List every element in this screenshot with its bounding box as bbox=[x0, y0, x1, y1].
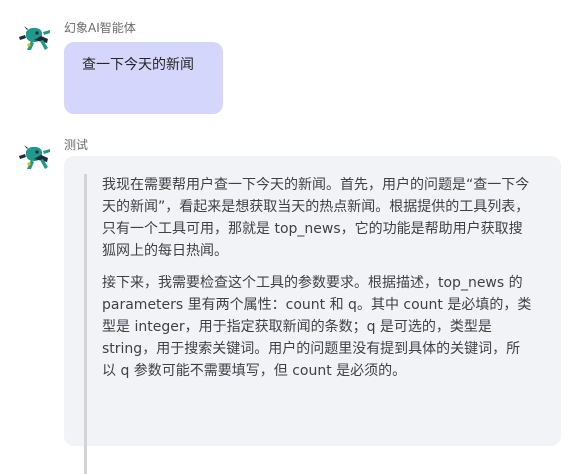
assistant-message-card: 我现在需要帮用户查一下今天的新闻。首先，用户的问题是“查一下今天的新闻”，看起来… bbox=[64, 156, 561, 474]
user-message-text: 查一下今天的新闻 bbox=[82, 57, 194, 73]
assistant-sender-name: 测试 bbox=[64, 138, 89, 152]
user-sender-name: 幻象AI智能体 bbox=[64, 21, 136, 35]
thinking-paragraph: 接下来，我需要检查这个工具的参数要求。根据描述，top_news 的 param… bbox=[102, 275, 532, 379]
user-message-bubble: 查一下今天的新闻 bbox=[64, 42, 223, 114]
thinking-blockquote: 我现在需要帮用户查一下今天的新闻。首先，用户的问题是“查一下今天的新闻”，看起来… bbox=[84, 174, 534, 474]
thinking-paragraph: 我现在需要帮用户查一下今天的新闻。首先，用户的问题是“查一下今天的新闻”，看起来… bbox=[102, 177, 530, 259]
chat-window: 幻象AI智能体 查一下今天的新闻 测试 我现在需要帮用户查一下今天的新闻。首先，… bbox=[0, 0, 572, 474]
user-avatar-mascot-icon bbox=[17, 24, 53, 54]
assistant-avatar-mascot-icon bbox=[17, 143, 53, 173]
